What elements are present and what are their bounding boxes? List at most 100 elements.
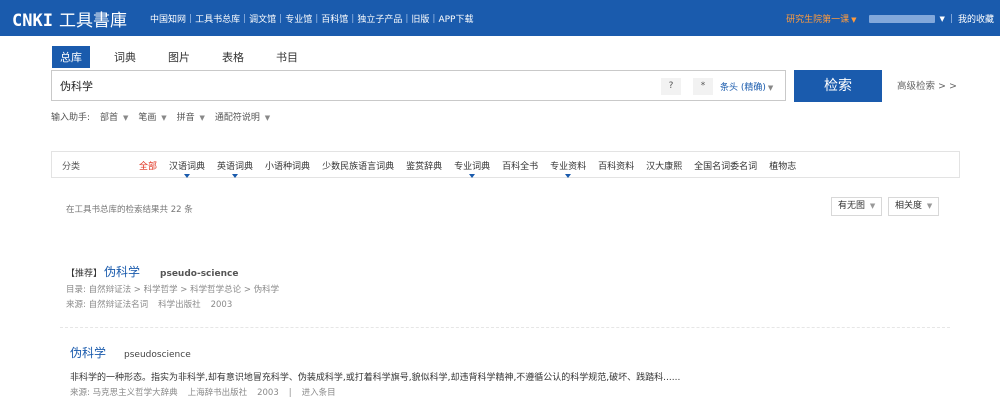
result-catalog: 目录: 自然辩证法 > 科学哲学 > 科学哲学总论 > 伪科学 bbox=[66, 285, 280, 295]
category-professional-dict-label: 专业词典 bbox=[454, 162, 491, 172]
result-year: 2003 bbox=[257, 388, 279, 398]
tab-dictionary[interactable]: 词典 bbox=[106, 46, 144, 68]
helper-pinyin[interactable]: 拼音 ▼ bbox=[177, 110, 205, 123]
chevron-down-icon[interactable]: ▼ bbox=[940, 15, 945, 23]
nav-word-hall[interactable]: 调文馆 bbox=[249, 12, 276, 25]
chevron-down-icon: ▼ bbox=[926, 202, 933, 210]
result-english-term: pseudo-science bbox=[160, 269, 239, 279]
result-english-term: pseudoscience bbox=[124, 350, 191, 360]
chevron-down-icon: ▼ bbox=[851, 16, 857, 24]
wildcard-star-button[interactable]: * bbox=[693, 78, 713, 95]
helper-radical-label: 部首 bbox=[100, 113, 119, 123]
result-publisher: 上海辞书出版社 bbox=[187, 388, 248, 398]
nav-professional-hall[interactable]: 专业馆 bbox=[285, 12, 312, 25]
nav-separator: | bbox=[189, 13, 193, 24]
helper-pinyin-label: 拼音 bbox=[176, 113, 195, 123]
category-professional-material[interactable]: 专业资料 bbox=[550, 159, 587, 178]
category-professional-material-label: 专业资料 bbox=[550, 162, 587, 172]
category-minor-language-dict[interactable]: 小语种词典 bbox=[265, 159, 310, 172]
search-field-value: 条头 (精确) bbox=[720, 83, 766, 93]
nav-separator: | bbox=[315, 13, 319, 24]
category-encyclopedia[interactable]: 百科全书 bbox=[502, 159, 538, 172]
sort-by-relevance-label: 相关度 bbox=[895, 201, 923, 211]
chevron-down-icon: ▼ bbox=[264, 114, 271, 122]
sort-by-relevance-button[interactable]: 相关度 ▼ bbox=[888, 197, 940, 216]
recommend-badge: 【推荐】 bbox=[66, 269, 103, 279]
nav-old-version[interactable]: 旧版 bbox=[411, 12, 429, 25]
nav-toolbook-library[interactable]: 工具书总库 bbox=[195, 12, 240, 25]
result-term-link[interactable]: 伪科学 bbox=[70, 344, 106, 361]
search-field-select[interactable]: 条头 (精确) ▼ bbox=[720, 80, 773, 93]
chevron-down-icon: ▼ bbox=[199, 114, 205, 122]
category-appreciation-dict[interactable]: 鉴赏辞典 bbox=[406, 159, 442, 172]
tab-tables[interactable]: 表格 bbox=[214, 46, 252, 68]
sort-by-image-button[interactable]: 有无图 ▼ bbox=[831, 197, 883, 216]
dropdown-marker-icon bbox=[184, 174, 191, 178]
search-button[interactable]: 检索 bbox=[794, 70, 882, 102]
result-source-label[interactable]: 来源: 马克思主义哲学大辞典 bbox=[70, 388, 178, 398]
helper-stroke-label: 笔画 bbox=[138, 113, 157, 123]
search-type-tabs: 总库 词典 图片 表格 书目 bbox=[52, 46, 322, 68]
category-all[interactable]: 全部 bbox=[139, 159, 157, 172]
category-ethnic-language-dict[interactable]: 少数民族语言词典 bbox=[322, 159, 394, 172]
nav-sub-products[interactable]: 独立子产品 bbox=[357, 12, 402, 25]
nav-separator: | bbox=[243, 13, 247, 24]
org-name: 研究生院第一课 bbox=[786, 15, 850, 25]
search-input[interactable] bbox=[60, 77, 650, 95]
meta-separator: | bbox=[288, 388, 292, 398]
nav-separator: | bbox=[405, 13, 409, 24]
dropdown-marker-icon bbox=[469, 174, 476, 178]
site-logo[interactable]: CNKI 工具書庫 bbox=[12, 6, 127, 31]
result-term-link[interactable]: 伪科学 bbox=[104, 263, 140, 280]
result-count: 在工具书总库的检索结果共 22 条 bbox=[66, 205, 193, 215]
category-english-dict-label: 英语词典 bbox=[217, 162, 254, 172]
enter-entry-link[interactable]: 进入条目 bbox=[302, 388, 336, 398]
tab-all[interactable]: 总库 bbox=[52, 46, 90, 68]
my-favorites-link[interactable]: 我的收藏 bbox=[958, 12, 994, 25]
org-menu[interactable]: 研究生院第一课 ▼ bbox=[786, 12, 856, 25]
wildcard-question-button[interactable]: ? bbox=[661, 78, 681, 95]
category-label: 分类 bbox=[62, 162, 81, 172]
result-item: 伪科学 pseudoscience 非科学的一种形态。指实为非科学,却有意识地冒… bbox=[70, 344, 680, 398]
category-flora[interactable]: 植物志 bbox=[769, 159, 796, 172]
nav-encyclopedia-hall[interactable]: 百科馆 bbox=[321, 12, 348, 25]
tab-bibliography[interactable]: 书目 bbox=[268, 46, 306, 68]
category-bar: 分类 全部 汉语词典 英语词典 小语种词典 少数民族语言词典 鉴赏辞典 专业词典… bbox=[51, 151, 960, 178]
category-english-dict[interactable]: 英语词典 bbox=[217, 159, 254, 178]
helper-wildcard-help[interactable]: 通配符说明 ▼ bbox=[215, 110, 270, 123]
dropdown-marker-icon bbox=[565, 174, 572, 178]
nav-separator: | bbox=[351, 13, 355, 24]
dropdown-marker-icon bbox=[232, 174, 239, 178]
result-source-label[interactable]: 来源: 自然辩证法名词 bbox=[66, 300, 148, 310]
tab-images[interactable]: 图片 bbox=[160, 46, 198, 68]
category-list: 全部 汉语词典 英语词典 小语种词典 少数民族语言词典 鉴赏辞典 专业词典 百科… bbox=[139, 159, 808, 178]
category-encyclopedia-material[interactable]: 百科资料 bbox=[598, 159, 634, 172]
sort-by-image-label: 有无图 bbox=[838, 201, 866, 211]
user-name-redacted[interactable] bbox=[868, 14, 935, 23]
nav-separator: | bbox=[279, 13, 283, 24]
chevron-down-icon: ▼ bbox=[161, 114, 167, 122]
category-handa-kangxi[interactable]: 汉大康熙 bbox=[646, 159, 682, 172]
nav-cnki[interactable]: 中国知网 bbox=[150, 12, 186, 25]
result-source: 来源: 自然辩证法名词 科学出版社 2003 bbox=[66, 298, 279, 310]
helper-radical[interactable]: 部首 ▼ bbox=[100, 110, 128, 123]
nav-separator: | bbox=[949, 13, 953, 24]
category-professional-dict[interactable]: 专业词典 bbox=[454, 159, 491, 178]
result-item: 【推荐】 伪科学 pseudo-science 目录: 自然辩证法 > 科学哲学… bbox=[66, 263, 279, 310]
category-national-terms[interactable]: 全国名词委名词 bbox=[694, 159, 757, 172]
nav-separator: | bbox=[432, 13, 436, 24]
result-description: 非科学的一种形态。指实为非科学,却有意识地冒充科学、伪装成科学,或打着科学旗号,… bbox=[70, 373, 681, 383]
result-year: 2003 bbox=[210, 300, 233, 310]
result-title-row: 【推荐】 伪科学 pseudo-science bbox=[66, 263, 279, 280]
result-publisher: 科学出版社 bbox=[158, 300, 201, 310]
chevron-down-icon: ▼ bbox=[122, 114, 129, 122]
category-chinese-dict-label: 汉语词典 bbox=[169, 162, 206, 172]
helper-stroke[interactable]: 笔画 ▼ bbox=[138, 110, 166, 123]
helper-wildcard-label: 通配符说明 bbox=[214, 113, 260, 123]
top-bar: CNKI 工具書庫 中国知网 | 工具书总库 | 调文馆 | 专业馆 | 百科馆… bbox=[0, 0, 1000, 36]
nav-app-download[interactable]: APP下载 bbox=[438, 12, 473, 25]
category-chinese-dict[interactable]: 汉语词典 bbox=[169, 159, 206, 178]
input-helper: 输入助手: 部首 ▼ 笔画 ▼ 拼音 ▼ 通配符说明 ▼ bbox=[51, 110, 270, 123]
advanced-search-link[interactable]: 高级检索 > > bbox=[897, 78, 957, 92]
chevron-down-icon: ▼ bbox=[767, 84, 774, 92]
